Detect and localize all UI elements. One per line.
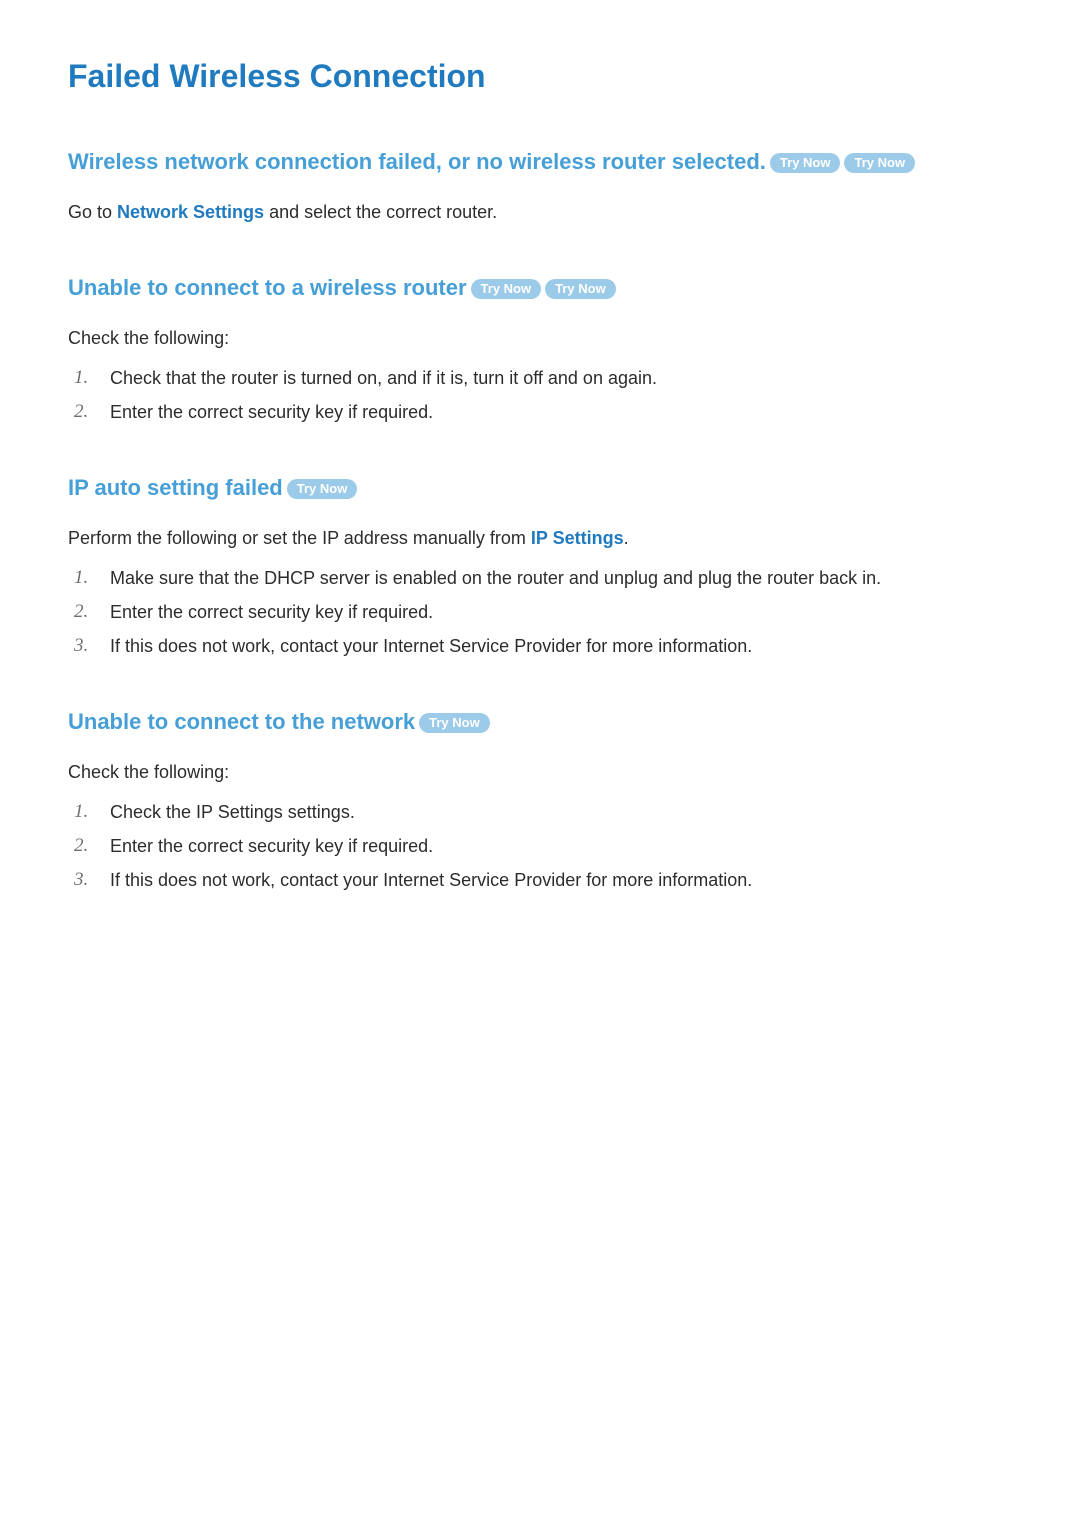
section-heading-text: Wireless network connection failed, or n… [68, 149, 766, 175]
section-heading: Unable to connect to a wireless router T… [68, 275, 1020, 301]
section-intro: Perform the following or set the IP addr… [68, 523, 1020, 553]
text: settings. [283, 802, 355, 822]
network-settings-link[interactable]: Network Settings [117, 202, 264, 222]
page: Failed Wireless Connection Wireless netw… [0, 0, 1080, 1003]
list-item: Enter the correct security key if requir… [98, 831, 1020, 861]
section-heading-text: Unable to connect to a wireless router [68, 275, 467, 301]
section-wireless-failed: Wireless network connection failed, or n… [68, 149, 1020, 227]
list-item: If this does not work, contact your Inte… [98, 865, 1020, 895]
section-list: Check the IP Settings settings. Enter th… [68, 797, 1020, 895]
section-list: Check that the router is turned on, and … [68, 363, 1020, 427]
section-intro: Check the following: [68, 757, 1020, 787]
section-ip-auto-failed: IP auto setting failed Try Now Perform t… [68, 475, 1020, 661]
text: Check the [110, 802, 196, 822]
list-item: If this does not work, contact your Inte… [98, 631, 1020, 661]
section-list: Make sure that the DHCP server is enable… [68, 563, 1020, 661]
section-unable-network: Unable to connect to the network Try Now… [68, 709, 1020, 895]
try-now-button[interactable]: Try Now [844, 153, 915, 173]
list-item: Make sure that the DHCP server is enable… [98, 563, 1020, 593]
section-heading-text: Unable to connect to the network [68, 709, 415, 735]
section-unable-router: Unable to connect to a wireless router T… [68, 275, 1020, 427]
text: . [624, 528, 629, 548]
section-body: Go to Network Settings and select the co… [68, 197, 1020, 227]
text: and select the correct router. [264, 202, 497, 222]
try-now-button[interactable]: Try Now [770, 153, 841, 173]
text: Go to [68, 202, 117, 222]
section-heading: Wireless network connection failed, or n… [68, 149, 1020, 175]
try-now-button[interactable]: Try Now [471, 279, 542, 299]
section-heading-text: IP auto setting failed [68, 475, 283, 501]
list-item: Check the IP Settings settings. [98, 797, 1020, 827]
try-now-button[interactable]: Try Now [419, 713, 490, 733]
ip-settings-link[interactable]: IP Settings [196, 802, 283, 822]
try-now-button[interactable]: Try Now [545, 279, 616, 299]
ip-settings-link[interactable]: IP Settings [531, 528, 624, 548]
section-heading: IP auto setting failed Try Now [68, 475, 1020, 501]
list-item: Check that the router is turned on, and … [98, 363, 1020, 393]
try-now-button[interactable]: Try Now [287, 479, 358, 499]
page-title: Failed Wireless Connection [68, 58, 1020, 95]
list-item: Enter the correct security key if requir… [98, 597, 1020, 627]
section-intro: Check the following: [68, 323, 1020, 353]
section-heading: Unable to connect to the network Try Now [68, 709, 1020, 735]
list-item: Enter the correct security key if requir… [98, 397, 1020, 427]
text: Perform the following or set the IP addr… [68, 528, 531, 548]
